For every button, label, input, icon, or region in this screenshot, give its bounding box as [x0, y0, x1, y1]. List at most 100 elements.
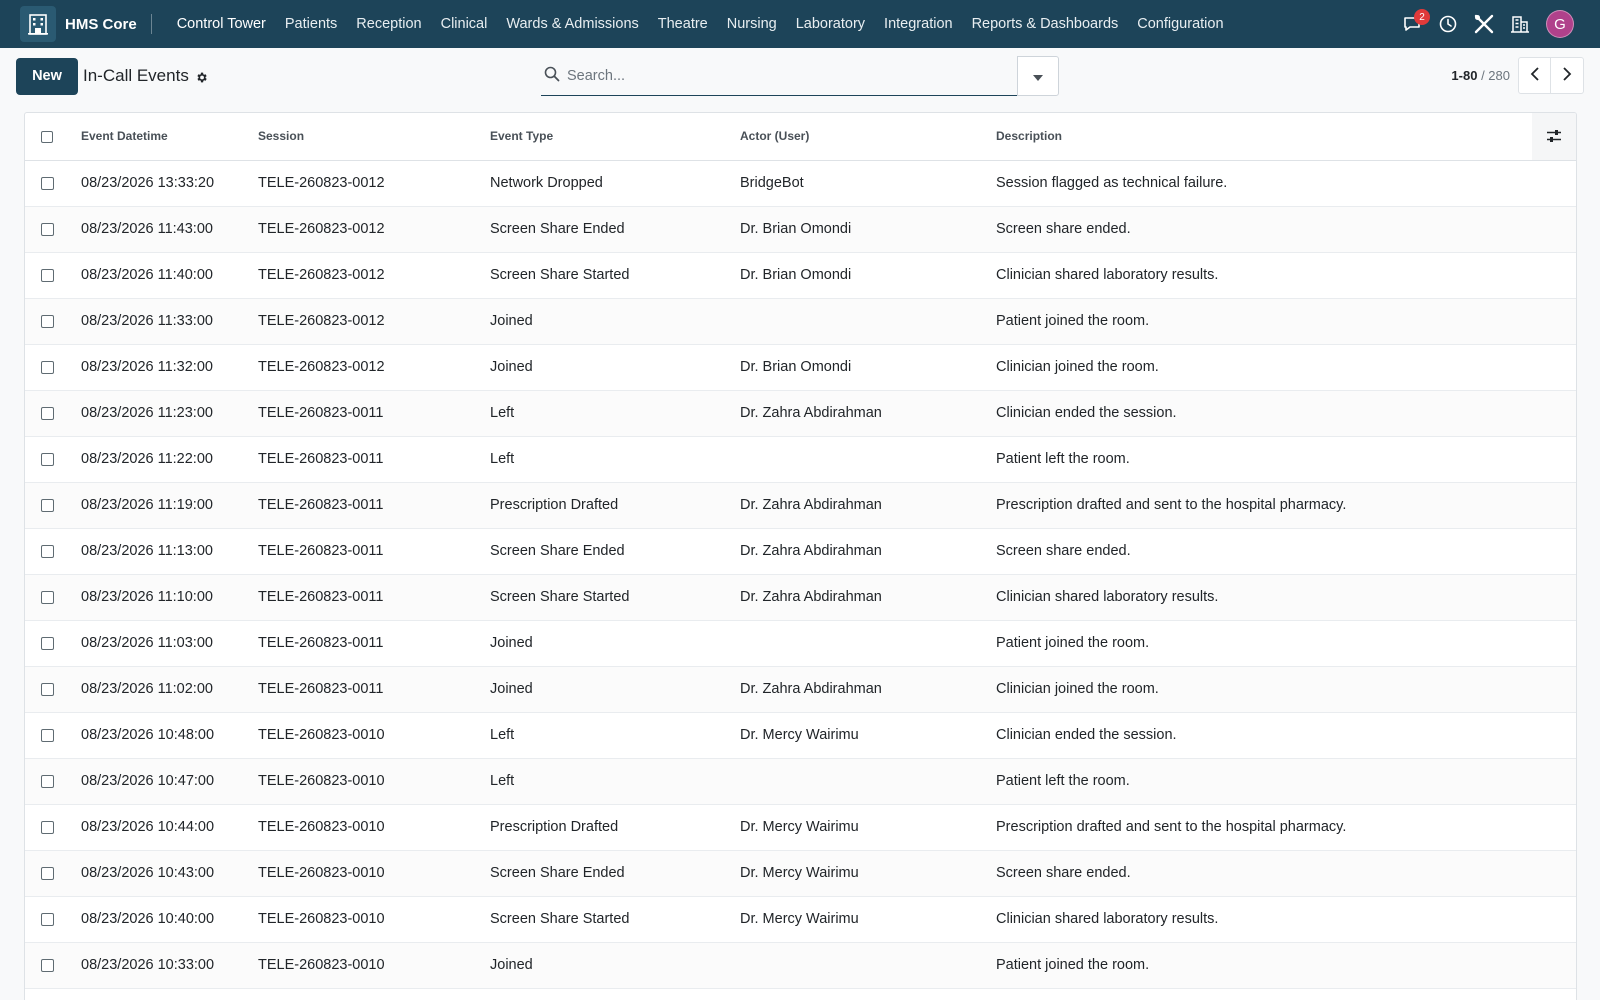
row-select-cell — [25, 620, 81, 667]
row-spacer-cell — [1532, 850, 1576, 897]
column-header-description[interactable]: Description — [996, 113, 1532, 161]
row-select-cell — [25, 896, 81, 943]
building-icon[interactable] — [1502, 6, 1538, 42]
table-row[interactable]: 08/23/2026 11:13:00 TELE-260823-0011 Scree… — [25, 528, 1576, 575]
table-row[interactable]: 08/23/2026 11:10:00 TELE-260823-0011 Scree… — [25, 574, 1576, 621]
chevron-left-icon — [1530, 66, 1540, 84]
table-row[interactable]: 08/23/2026 10:47:00 TELE-260823-0010 Left P… — [25, 758, 1576, 805]
tools-icon[interactable] — [1466, 6, 1502, 42]
row-select-cell — [25, 942, 81, 989]
row-checkbox[interactable] — [41, 728, 54, 742]
table-row[interactable]: 08/23/2026 10:48:00 TELE-260823-0010 Left D… — [25, 712, 1576, 759]
row-checkbox[interactable] — [41, 452, 54, 466]
column-header-session[interactable]: Session — [258, 113, 490, 161]
cell-event-datetime: 08/23/2026 11:10:00 — [81, 574, 258, 621]
cell-event-type: Left — [490, 436, 740, 483]
cell-session: TELE-260823-0012 — [258, 252, 490, 299]
menu-reports-dashboards[interactable]: Reports & Dashboards — [972, 16, 1119, 32]
table-row[interactable]: 08/23/2026 11:40:00 TELE-260823-0012 Scree… — [25, 252, 1576, 299]
row-checkbox[interactable] — [41, 958, 54, 972]
pager-next-button[interactable] — [1551, 56, 1584, 94]
brand-name[interactable]: HMS Core — [65, 16, 137, 33]
cell-actor: Dr. Mercy Wairimu — [740, 712, 996, 759]
new-button[interactable]: New — [16, 57, 78, 95]
table-row[interactable]: 08/23/2026 11:32:00 TELE-260823-0012 Joine… — [25, 344, 1576, 391]
menu-control-tower[interactable]: Control Tower — [177, 16, 266, 32]
cell-actor: Dr. Zahra Abdirahman — [740, 482, 996, 529]
table-row[interactable]: 08/23/2026 11:33:00 TELE-260823-0012 Joine… — [25, 298, 1576, 345]
row-checkbox[interactable] — [41, 866, 54, 880]
search-input[interactable] — [567, 67, 987, 84]
cell-session: TELE-260823-0010 — [258, 712, 490, 759]
pager-value[interactable]: 1-80 / 280 — [1451, 68, 1510, 83]
row-checkbox[interactable] — [41, 222, 54, 236]
row-select-cell — [25, 436, 81, 483]
cell-event-datetime: 08/23/2026 11:33:00 — [81, 298, 258, 345]
table-row[interactable]: 08/23/2026 11:03:00 TELE-260823-0011 Joine… — [25, 620, 1576, 667]
sliders-icon[interactable] — [1532, 129, 1576, 143]
row-checkbox[interactable] — [41, 314, 54, 328]
chevron-right-icon — [1562, 66, 1572, 84]
column-header-event-type[interactable]: Event Type — [490, 113, 740, 161]
row-checkbox[interactable] — [41, 682, 54, 696]
cell-event-type: Joined — [490, 344, 740, 391]
search-bar — [541, 56, 1059, 96]
navbar-systray: 2 G — [1394, 0, 1600, 48]
row-checkbox[interactable] — [41, 774, 54, 788]
row-checkbox[interactable] — [41, 636, 54, 650]
table-row[interactable]: 08/23/2026 10:44:00 TELE-260823-0010 Presc… — [25, 804, 1576, 851]
menu-reception[interactable]: Reception — [356, 16, 421, 32]
table-row[interactable]: 08/23/2026 13:33:20 TELE-260823-0012 Netwo… — [25, 160, 1576, 207]
cell-description: Clinician shared laboratory results. — [996, 574, 1532, 621]
menu-theatre[interactable]: Theatre — [658, 16, 708, 32]
gear-icon[interactable] — [195, 71, 208, 84]
cell-actor: Dr. Zahra Abdirahman — [740, 574, 996, 621]
cell-event-type: Prescription Drafted — [490, 482, 740, 529]
column-header-actor[interactable]: Actor (User) — [740, 113, 996, 161]
select-all-checkbox[interactable] — [41, 131, 53, 144]
menu-nursing[interactable]: Nursing — [727, 16, 777, 32]
cell-session: TELE-260823-0011 — [258, 666, 490, 713]
row-checkbox[interactable] — [41, 406, 54, 420]
menu-integration[interactable]: Integration — [884, 16, 953, 32]
table-row[interactable]: 08/23/2026 11:23:00 TELE-260823-0011 Left D… — [25, 390, 1576, 437]
row-checkbox[interactable] — [41, 176, 54, 190]
menu-clinical[interactable]: Clinical — [441, 16, 488, 32]
menu-patients[interactable]: Patients — [285, 16, 337, 32]
table-row[interactable]: 08/23/2026 11:02:00 TELE-260823-0011 Joine… — [25, 666, 1576, 713]
row-checkbox[interactable] — [41, 820, 54, 834]
cell-actor: Dr. Mercy Wairimu — [740, 896, 996, 943]
table-row[interactable]: 08/23/2026 11:19:00 TELE-260823-0011 Presc… — [25, 482, 1576, 529]
hospital-building-icon[interactable] — [20, 6, 56, 42]
table-row[interactable]: 08/23/2026 10:40:00 TELE-260823-0010 Scree… — [25, 896, 1576, 943]
cell-event-type: Joined — [490, 942, 740, 989]
row-checkbox[interactable] — [41, 912, 54, 926]
cell-session: TELE-260823-0010 — [258, 896, 490, 943]
table-row[interactable]: 08/23/2026 10:43:00 TELE-260823-0010 Scree… — [25, 850, 1576, 897]
cell-event-datetime: 08/23/2026 11:32:00 — [81, 344, 258, 391]
chat-bubble-icon[interactable]: 2 — [1394, 6, 1430, 42]
cell-event-type: Screen Share Ended — [490, 206, 740, 253]
cell-session: TELE-260823-0012 — [258, 298, 490, 345]
menu-wards-admissions[interactable]: Wards & Admissions — [506, 16, 638, 32]
cell-actor: Dr. Zahra Abdirahman — [740, 390, 996, 437]
table-row[interactable]: 08/23/2026 11:22:00 TELE-260823-0011 Left P… — [25, 436, 1576, 483]
row-checkbox[interactable] — [41, 590, 54, 604]
user-avatar[interactable]: G — [1546, 10, 1574, 38]
row-checkbox[interactable] — [41, 268, 54, 282]
row-spacer-cell — [1532, 206, 1576, 253]
menu-laboratory[interactable]: Laboratory — [796, 16, 865, 32]
row-checkbox[interactable] — [41, 360, 54, 374]
column-header-event-datetime[interactable]: Event Datetime — [81, 113, 258, 161]
cell-actor: BridgeBot — [740, 160, 996, 207]
row-checkbox[interactable] — [41, 498, 54, 512]
search-options-toggle[interactable] — [1017, 56, 1059, 96]
table-row[interactable]: 08/23/2026 10:33:00 TELE-260823-0010 Joine… — [25, 942, 1576, 989]
table-row[interactable]: 08/23/2026 11:43:00 TELE-260823-0012 Scree… — [25, 206, 1576, 253]
row-checkbox[interactable] — [41, 544, 54, 558]
menu-configuration[interactable]: Configuration — [1137, 16, 1223, 32]
cell-actor — [740, 758, 996, 805]
clock-icon[interactable] — [1430, 6, 1466, 42]
pager-previous-button[interactable] — [1518, 56, 1551, 94]
cell-session: TELE-260823-0011 — [258, 482, 490, 529]
